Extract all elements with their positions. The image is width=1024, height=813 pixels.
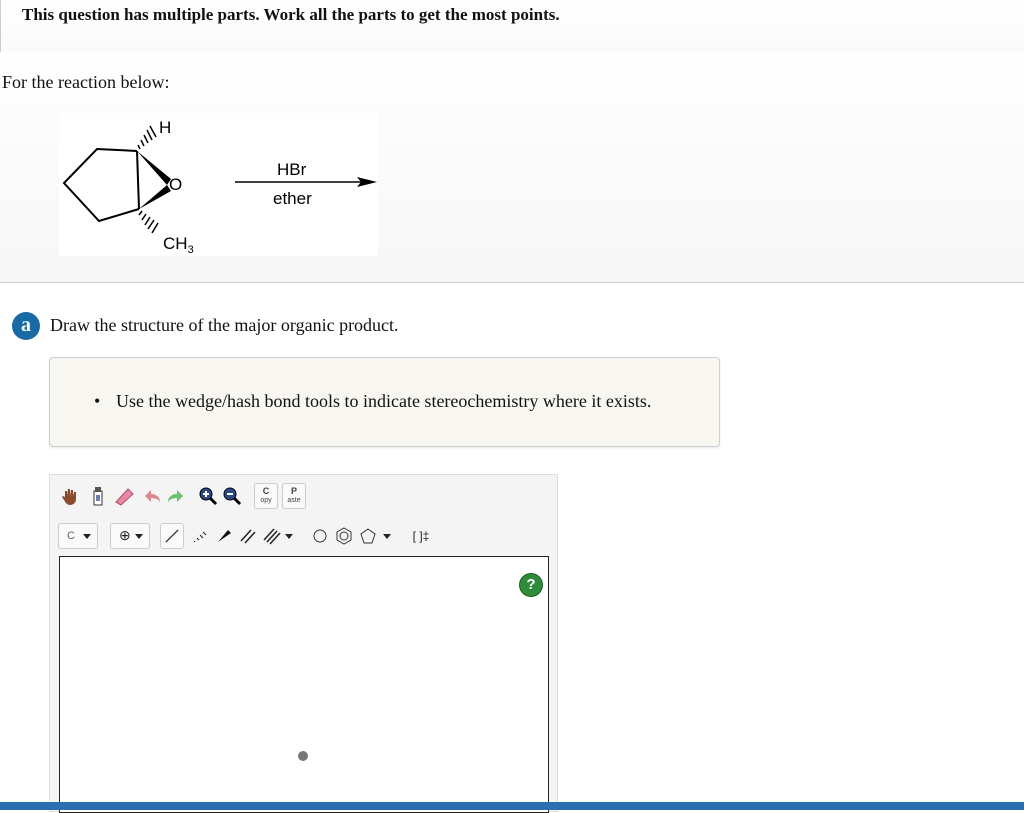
hint-text: Use the wedge/hash bond tools to indicat… [116, 391, 652, 411]
hint-bullet: • [94, 391, 101, 411]
chevron-down-icon [135, 534, 143, 539]
help-button[interactable]: ? [519, 573, 543, 597]
copy-label-bottom: opy [260, 497, 272, 504]
chevron-down-icon [83, 534, 91, 539]
wedge-bond-button[interactable] [212, 523, 236, 549]
hash-bond-button[interactable] [188, 523, 212, 549]
paste-button[interactable]: P aste [282, 483, 306, 509]
atom-dropdown[interactable]: C [58, 523, 98, 549]
reagent-hbr: HBr [277, 160, 307, 179]
ring-bonds [62, 147, 140, 223]
atom-o: O [169, 175, 182, 194]
banner-text: This question has multiple parts. Work a… [22, 5, 560, 24]
cyclopentane-button[interactable] [356, 523, 380, 549]
paste-label-top: P [290, 486, 297, 496]
benzene-button[interactable] [332, 523, 356, 549]
charge-dropdown[interactable]: ⊕ [110, 523, 150, 549]
cyclopropane-button[interactable] [308, 523, 332, 549]
chevron-down-icon [285, 533, 293, 539]
ring-dropdown-arrow[interactable] [380, 523, 394, 549]
hand-icon[interactable] [58, 483, 82, 509]
drawing-canvas[interactable]: ? [59, 556, 549, 813]
eraser-icon[interactable] [112, 483, 136, 509]
reaction-image: H O CH3 HBr ether [59, 113, 378, 256]
structure-editor: C opy P aste C ⊕ [ ]‡ ? [49, 474, 558, 813]
banner-edge [0, 0, 1, 52]
zoom-out-icon[interactable] [220, 483, 244, 509]
redo-icon[interactable] [164, 483, 188, 509]
zoom-in-icon[interactable] [196, 483, 220, 509]
hint-box: • Use the wedge/hash bond tools to indic… [49, 357, 720, 447]
single-bond-button[interactable] [160, 523, 184, 549]
copy-button[interactable]: C opy [254, 483, 278, 509]
atom-dropdown-label: C [67, 530, 75, 542]
hash-bond-h [137, 125, 157, 150]
part-a-badge: a [12, 312, 40, 340]
atom-h: H [159, 118, 171, 137]
methyl-label: CH3 [163, 234, 194, 256]
canvas-dot [298, 751, 308, 761]
reagent-ether: ether [273, 189, 312, 208]
epoxide-wedge-top [137, 151, 171, 185]
charge-symbol: ⊕ [119, 527, 131, 543]
question-prompt: For the reaction below: [2, 72, 170, 92]
fusion-bond [136, 150, 140, 210]
triple-bond-button[interactable] [260, 523, 284, 549]
hash-bond-ch3 [138, 210, 159, 234]
epoxide-wedge-bottom [139, 185, 171, 209]
reaction-scheme: H O CH3 HBr ether [62, 118, 377, 256]
header-banner: This question has multiple parts. Work a… [0, 0, 1024, 52]
bond-dropdown-arrow[interactable] [282, 523, 296, 549]
chevron-down-icon [383, 533, 391, 539]
double-bond-button[interactable] [236, 523, 260, 549]
undo-icon[interactable] [140, 483, 164, 509]
bracket-button[interactable]: [ ]‡ [406, 523, 436, 549]
part-a-instruction: Draw the structure of the major organic … [50, 315, 399, 335]
copy-label-top: C [262, 486, 270, 496]
erase-stick-icon[interactable] [86, 483, 110, 509]
paste-label-bottom: aste [287, 497, 301, 504]
bottom-bar [0, 802, 1024, 810]
